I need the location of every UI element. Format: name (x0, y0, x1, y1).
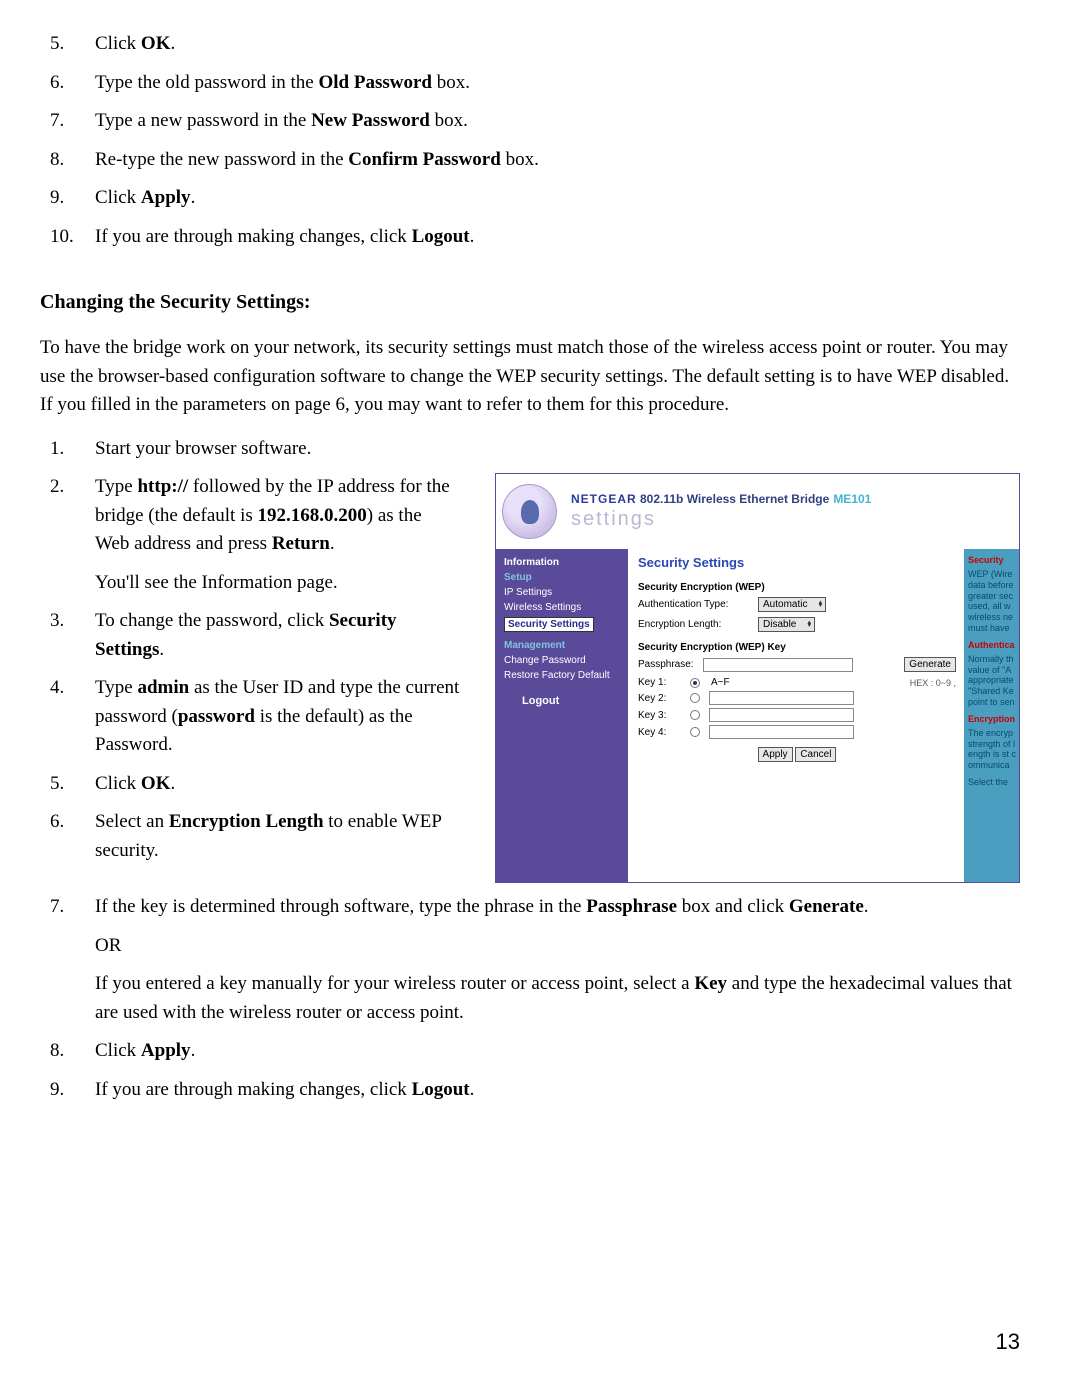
key4-radio[interactable] (690, 727, 700, 737)
sidebar-item-information[interactable]: Information (504, 555, 622, 570)
key2-row: Key 2: (638, 691, 956, 705)
enc-length-select[interactable]: Disable (758, 617, 815, 632)
step-b8: 8.Click Apply. (40, 1037, 1020, 1066)
shot-sidebar: Information Setup IP Settings Wireless S… (496, 549, 628, 882)
auth-type-select[interactable]: Automatic (758, 597, 826, 612)
auth-type-row: Authentication Type: Automatic (638, 597, 956, 612)
step-b7: 7.If the key is determined through softw… (40, 893, 1020, 922)
sidebar-heading-management: Management (504, 638, 622, 653)
sidebar-item-change-password[interactable]: Change Password (504, 653, 622, 668)
sidebar-item-ip-settings[interactable]: IP Settings (504, 585, 622, 600)
sidebar-item-logout[interactable]: Logout (522, 693, 622, 709)
step-b7-or: OR (95, 932, 1020, 961)
step-b7-sub: If you entered a key manually for your w… (95, 970, 1020, 1027)
netgear-logo-icon (502, 484, 557, 539)
step-b1: 1.Start your browser software. (40, 435, 1020, 464)
cancel-button[interactable]: Cancel (795, 747, 836, 762)
step-b3: 3.To change the password, click Security… (40, 607, 460, 664)
sidebar-item-wireless-settings[interactable]: Wireless Settings (504, 600, 622, 615)
key4-row: Key 4: (638, 725, 956, 739)
brand-label: NETGEAR (571, 492, 637, 506)
key3-radio[interactable] (690, 710, 700, 720)
step-6: 6.Type the old password in the Old Passw… (40, 69, 1020, 98)
shot-header: NETGEAR 802.11b Wireless Ethernet Bridge… (496, 474, 1019, 549)
steps-with-figure: 1.Start your browser software. NETGEAR 8… (40, 435, 1020, 894)
step-10: 10.If you are through making changes, cl… (40, 223, 1020, 252)
step-b6: 6.Select an Encryption Length to enable … (40, 808, 460, 865)
step-8: 8.Re-type the new password in the Confir… (40, 146, 1020, 175)
key3-row: Key 3: (638, 708, 956, 722)
config-screenshot: NETGEAR 802.11b Wireless Ethernet Bridge… (495, 473, 1020, 883)
key1-row: Key 1: A~F HEX : 0~9 , (638, 677, 956, 688)
key2-radio[interactable] (690, 693, 700, 703)
page-number: 13 (996, 1329, 1020, 1355)
step-b5: 5.Click OK. (40, 770, 460, 799)
key3-input[interactable] (709, 708, 854, 722)
passphrase-input[interactable] (703, 658, 853, 672)
sidebar-item-restore-factory[interactable]: Restore Factory Default (504, 668, 622, 683)
section-heading: Changing the Security Settings: (40, 291, 1020, 314)
generate-button[interactable]: Generate (904, 657, 956, 672)
passphrase-row: Passphrase: Generate (638, 657, 956, 672)
step-b2: 2.Type http:// followed by the IP addres… (40, 473, 460, 559)
step-b2-sub: You'll see the Information page. (95, 569, 515, 598)
intro-paragraph: To have the bridge work on your network,… (40, 334, 1020, 420)
key4-input[interactable] (709, 725, 854, 739)
panel-title: Security Settings (638, 555, 956, 570)
step-9: 9.Click Apply. (40, 184, 1020, 213)
step-7: 7.Type a new password in the New Passwor… (40, 107, 1020, 136)
wep-key-section-label: Security Encryption (WEP) Key (638, 642, 956, 653)
top-steps: 5.Click OK. 6.Type the old password in t… (40, 30, 1020, 251)
step-5: 5.Click OK. (40, 30, 1020, 59)
apply-button[interactable]: Apply (758, 747, 793, 762)
sidebar-item-security-settings[interactable]: Security Settings (504, 617, 594, 632)
shot-main-panel: Security Settings Security Encryption (W… (628, 549, 964, 882)
key2-input[interactable] (709, 691, 854, 705)
key1-radio[interactable] (690, 678, 700, 688)
wep-section-label: Security Encryption (WEP) (638, 582, 956, 593)
step-b9: 9.If you are through making changes, cli… (40, 1076, 1020, 1105)
sidebar-heading-setup: Setup (504, 570, 622, 585)
step-b4: 4.Type admin as the User ID and type the… (40, 674, 460, 760)
settings-wordmark: settings (571, 508, 871, 531)
shot-help-panel: Security WEP (Wire data before greater s… (964, 549, 1019, 882)
enc-length-row: Encryption Length: Disable (638, 617, 956, 632)
